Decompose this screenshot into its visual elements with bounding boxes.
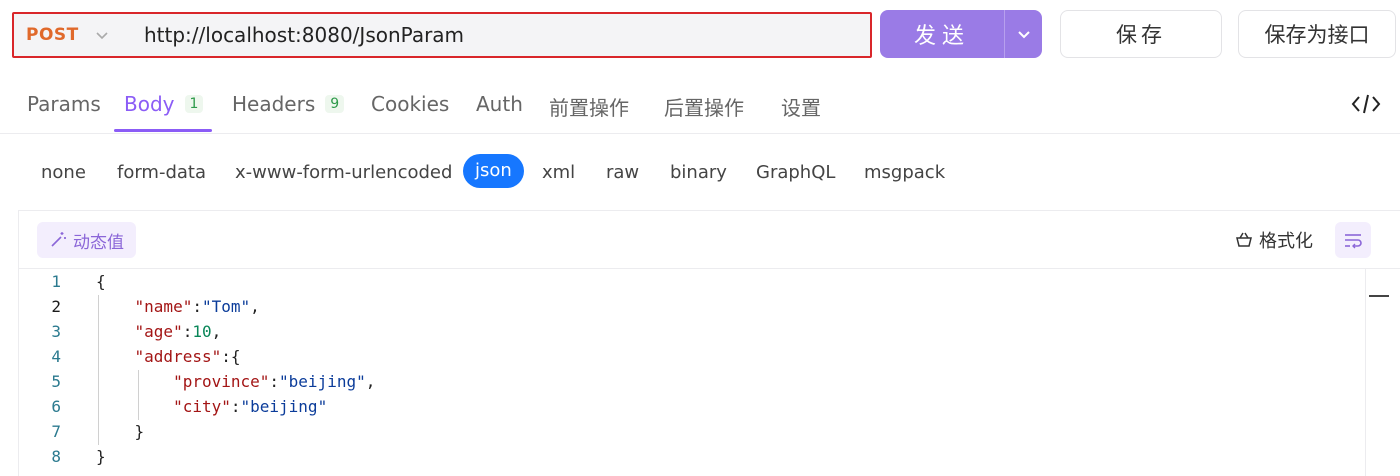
line-number: 1 [51, 272, 61, 291]
code-line: 3 "age":10, [19, 319, 1359, 344]
tab-label: Auth [476, 92, 523, 116]
send-button-group: 发送 [880, 10, 1042, 58]
tab-cookies[interactable]: Cookies [371, 92, 449, 116]
line-number: 7 [51, 422, 61, 441]
line-number: 2 [51, 297, 61, 316]
code-line: 6 "city":"beijing" [19, 394, 1359, 419]
code-text: "name":"Tom", [134, 297, 260, 316]
save-button[interactable]: 保存 [1060, 10, 1222, 58]
send-dropdown-button[interactable] [1004, 10, 1042, 58]
magic-wand-icon [51, 232, 66, 247]
request-tabs: Params Body 1 Headers 9 Cookies Auth 前置操作 … [0, 72, 1400, 134]
tab-label: Headers [232, 92, 316, 116]
tab-settings[interactable]: 设置 [781, 92, 821, 121]
code-text: } [96, 447, 106, 466]
code-text: { [96, 272, 106, 291]
active-tab-indicator [114, 129, 212, 132]
code-area[interactable]: 1 { 2 "name":"Tom", 3 "age":10, 4 "addre… [19, 269, 1400, 476]
tab-label: 设置 [781, 96, 821, 120]
method-label: POST [26, 25, 79, 45]
tab-auth[interactable]: Auth [476, 92, 523, 116]
chevron-down-icon [1017, 31, 1030, 39]
tab-label: Body [124, 92, 175, 116]
chevron-down-icon [96, 32, 108, 40]
code-text: "address":{ [134, 347, 241, 366]
code-line: 7 } [19, 419, 1359, 444]
code-line: 4 "address":{ [19, 344, 1359, 369]
tab-label: 前置操作 [549, 96, 629, 120]
line-number: 8 [51, 447, 61, 466]
code-line: 1 { [19, 269, 1359, 294]
body-type-raw[interactable]: raw [606, 162, 639, 183]
tab-headers[interactable]: Headers 9 [232, 92, 345, 116]
tab-badge: 9 [325, 95, 345, 113]
code-text: "province":"beijing", [173, 372, 376, 391]
body-type-xml[interactable]: xml [542, 162, 575, 183]
code-text: "age":10, [134, 322, 222, 341]
body-type-graphql[interactable]: GraphQL [756, 162, 835, 183]
tab-pre-operations[interactable]: 前置操作 [549, 92, 629, 121]
request-bar: POST 发送 保存 保存为接口 [0, 0, 1400, 72]
url-box-highlight: POST [12, 12, 872, 58]
body-type-selector: none form-data x-www-form-urlencoded jso… [0, 150, 1400, 196]
tab-label: Cookies [371, 92, 450, 116]
wrap-lines-icon [1345, 234, 1362, 249]
send-button[interactable]: 发送 [880, 10, 1004, 58]
body-type-json[interactable]: json [463, 154, 524, 188]
tab-post-operations[interactable]: 后置操作 [664, 92, 744, 121]
body-type-msgpack[interactable]: msgpack [864, 162, 945, 183]
tab-label: Params [27, 92, 101, 116]
code-line: 8 } [19, 444, 1359, 469]
scroll-position-marker [1369, 295, 1389, 297]
body-type-urlencoded[interactable]: x-www-form-urlencoded [235, 162, 452, 183]
line-number: 5 [51, 372, 61, 391]
dynamic-value-button[interactable]: 动态值 [37, 222, 136, 258]
method-select[interactable]: POST [26, 25, 144, 45]
body-type-none[interactable]: none [41, 162, 86, 183]
url-input[interactable] [144, 15, 844, 55]
tab-body[interactable]: Body 1 [124, 92, 204, 116]
basket-icon [1236, 232, 1252, 247]
code-line: 5 "province":"beijing", [19, 369, 1359, 394]
dynamic-value-label: 动态值 [73, 232, 124, 253]
save-as-api-button[interactable]: 保存为接口 [1238, 10, 1396, 58]
line-number: 6 [51, 397, 61, 416]
editor-toolbar: 动态值 格式化 [19, 211, 1400, 269]
body-type-binary[interactable]: binary [670, 162, 727, 183]
code-text: "city":"beijing" [173, 397, 328, 416]
code-text: } [96, 422, 145, 441]
tab-params[interactable]: Params [27, 92, 101, 116]
wrap-lines-button[interactable] [1335, 222, 1371, 258]
format-button[interactable]: 格式化 [1235, 227, 1313, 253]
tab-label: 后置操作 [664, 96, 744, 120]
body-type-form-data[interactable]: form-data [117, 162, 206, 183]
code-icon[interactable] [1350, 92, 1382, 116]
json-editor: 动态值 格式化 1 { 2 "name":"Tom", 3 "age":10, … [18, 210, 1400, 476]
format-label: 格式化 [1259, 231, 1313, 252]
line-number: 4 [51, 347, 61, 366]
code-line: 2 "name":"Tom", [19, 294, 1359, 319]
tab-badge: 1 [184, 95, 204, 113]
scrollbar[interactable] [1365, 269, 1366, 476]
line-number: 3 [51, 322, 61, 341]
